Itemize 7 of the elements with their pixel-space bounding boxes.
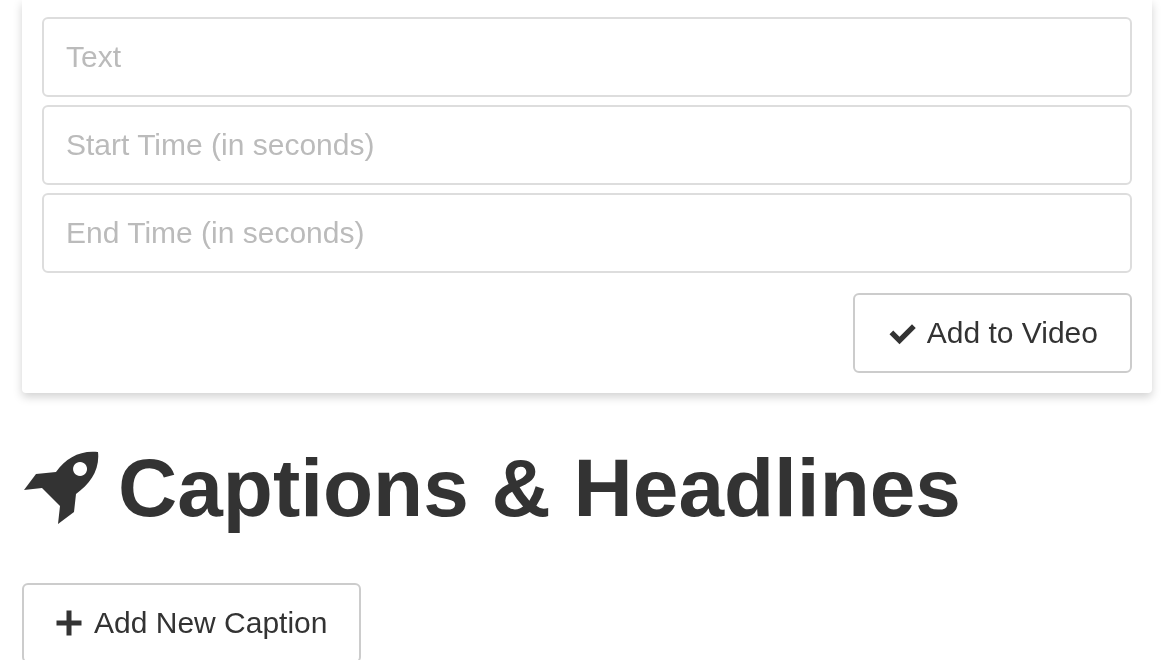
- input-field[interactable]: Text: [42, 17, 1132, 97]
- plus-icon: [54, 608, 84, 639]
- add-to-video-button[interactable]: Add to Video: [852, 293, 1132, 373]
- input-field[interactable]: Start Time (in seconds): [42, 105, 1132, 185]
- input-field[interactable]: End Time (in seconds): [42, 193, 1132, 273]
- section-heading: Captions & Headlines: [118, 443, 961, 534]
- add-caption-button[interactable]: Add New Caption: [22, 583, 362, 660]
